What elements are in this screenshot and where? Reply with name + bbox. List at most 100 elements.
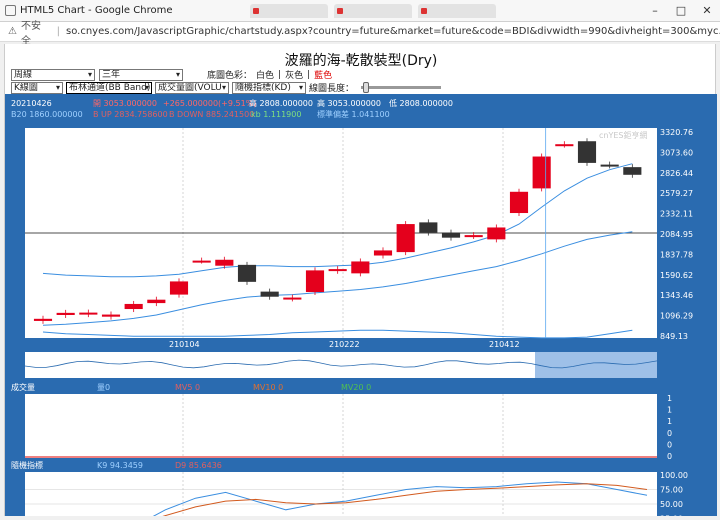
volume-tick-label: 0 <box>667 440 672 449</box>
candle-body <box>147 299 166 304</box>
x-tick-label: 210412 <box>489 340 520 349</box>
candle-body <box>396 224 415 253</box>
info-open: 開 3053.000000 <box>93 99 157 108</box>
candle-body <box>577 141 597 163</box>
window-title: HTML5 Chart - Google Chrome <box>20 5 173 16</box>
candle-body <box>260 291 279 297</box>
page-title: 波羅的海-乾散裝型(Dry) <box>284 53 438 69</box>
kd-tick-label: 75.00 <box>660 486 683 495</box>
browser-tabs <box>250 4 496 18</box>
info-high: 高 2808.000000 <box>249 98 313 108</box>
insecure-label[interactable]: 不安全 <box>21 17 51 47</box>
address-separator: | <box>56 26 60 37</box>
y-tick-label: 849.13 <box>660 332 688 341</box>
candle-body <box>33 318 53 321</box>
y-tick-label: 2084.95 <box>660 230 693 239</box>
maximize-icon[interactable]: □ <box>668 0 694 22</box>
volume-tick-label: 0 <box>667 429 672 438</box>
candle-body <box>487 227 506 240</box>
y-tick-label: 2579.27 <box>660 189 693 198</box>
candle-body <box>419 222 438 233</box>
info-kb: kb 1.111900 <box>251 110 301 119</box>
kd-select[interactable]: 隨機指標(KD) <box>232 81 306 94</box>
window-icon <box>5 5 16 16</box>
mv10-value: MV10 0 <box>253 383 283 392</box>
bg-color-label: 底圖色彩： <box>207 71 253 81</box>
info-change: +265.000000(+9.51%) <box>163 99 256 108</box>
candle-body <box>283 297 302 300</box>
volume-tick-label: 1 <box>667 394 672 403</box>
tab-2[interactable] <box>334 4 412 18</box>
slider-handle[interactable] <box>363 82 370 93</box>
bg-gray-link[interactable]: 灰色 <box>285 68 303 81</box>
control-row-1: 周線 三年 底圖色彩： 白色 | 灰色 | 藍色 <box>11 68 332 81</box>
length-label: 線圖長度： <box>309 84 355 94</box>
browser-titlebar: HTML5 Chart - Google Chrome – □ ✕ <box>0 0 720 22</box>
kd-tick-label: 50.00 <box>660 500 683 509</box>
candle-body <box>215 259 234 266</box>
info-sigma: 標準偏差 1.041100 <box>317 109 390 119</box>
candle-body <box>600 164 619 167</box>
y-tick-label: 3073.60 <box>660 148 693 157</box>
y-tick-label: 1096.29 <box>660 312 693 321</box>
y-tick-label: 1590.62 <box>660 271 693 280</box>
stock-chart[interactable]: 20210426 開 3053.000000 +265.000000(+9.51%)… <box>5 94 717 520</box>
candle-body <box>56 312 75 315</box>
candle-body <box>169 281 189 295</box>
candle-body <box>192 260 211 263</box>
info-bup: B UP 2834.758600 <box>93 110 168 119</box>
url-text[interactable]: so.cnyes.com/JavascriptGraphic/chartstud… <box>66 26 720 37</box>
volume-select[interactable]: 成交量圖(VOLU <box>155 81 229 94</box>
y-tick-label: 1837.78 <box>660 250 693 259</box>
kd-tick-label: 25.00 <box>660 515 683 517</box>
d9-value: D9 85.6436 <box>175 461 222 470</box>
bb-select[interactable]: 布林通道(BB Band) <box>66 81 152 94</box>
range-select[interactable]: 三年 <box>99 68 183 81</box>
candle-body <box>555 144 574 147</box>
length-slider[interactable] <box>361 82 442 93</box>
bg-sep-2: | <box>307 69 311 80</box>
volume-plot-bg <box>25 394 657 458</box>
volume-tick-label: 0 <box>667 452 672 461</box>
candle-body <box>124 303 143 310</box>
candle-body <box>351 261 370 274</box>
volume-tick-label: 1 <box>667 417 672 426</box>
kd-plot-bg <box>25 472 657 520</box>
kd-label: 隨機指標 <box>11 460 43 470</box>
bg-blue-link[interactable]: 藍色 <box>314 68 332 81</box>
info-date: 20210426 <box>11 99 52 108</box>
candle-body <box>509 191 529 214</box>
period-select[interactable]: 周線 <box>11 68 95 81</box>
candle-body <box>101 314 121 317</box>
bg-sep-1: | <box>278 69 282 80</box>
k9-value: K9 94.3459 <box>97 461 143 470</box>
tab-3[interactable] <box>418 4 496 18</box>
address-bar[interactable]: ⚠ 不安全 | so.cnyes.com/JavascriptGraphic/c… <box>0 21 720 47</box>
mv5-value: MV5 0 <box>175 383 200 392</box>
volume-tick-label: 1 <box>667 406 672 415</box>
kline-select[interactable]: K線圖 <box>11 81 63 94</box>
mv20-value: MV20 0 <box>341 383 371 392</box>
x-tick-label: 210222 <box>329 340 360 349</box>
overview-selection <box>535 352 657 378</box>
bg-white-link[interactable]: 白色 <box>256 68 274 81</box>
warning-icon[interactable]: ⚠ <box>8 26 17 37</box>
x-tick-label: 210104 <box>169 340 200 349</box>
y-tick-label: 2332.11 <box>660 210 693 219</box>
volume-label: 成交量 <box>11 382 35 392</box>
minimize-icon[interactable]: – <box>642 0 668 22</box>
y-tick-label: 3320.76 <box>660 128 693 137</box>
y-tick-label: 2826.44 <box>660 169 693 178</box>
close-icon[interactable]: ✕ <box>694 0 720 22</box>
candle-body <box>305 270 325 293</box>
info-close: 低 2808.000000 <box>389 98 453 108</box>
tab-1[interactable] <box>250 4 328 18</box>
control-row-2: K線圖 布林通道(BB Band) 成交量圖(VOLU 隨機指標(KD) 線圖長… <box>11 81 442 94</box>
candle-body <box>532 156 551 189</box>
volume-value: 量0 <box>97 383 110 392</box>
candle-body <box>464 235 483 238</box>
page-content: 波羅的海-乾散裝型(Dry) 周線 三年 底圖色彩： 白色 | 灰色 | 藍色 … <box>4 44 717 520</box>
candle-body <box>79 312 98 315</box>
candle-body <box>328 269 347 272</box>
window-controls: – □ ✕ <box>642 0 720 22</box>
